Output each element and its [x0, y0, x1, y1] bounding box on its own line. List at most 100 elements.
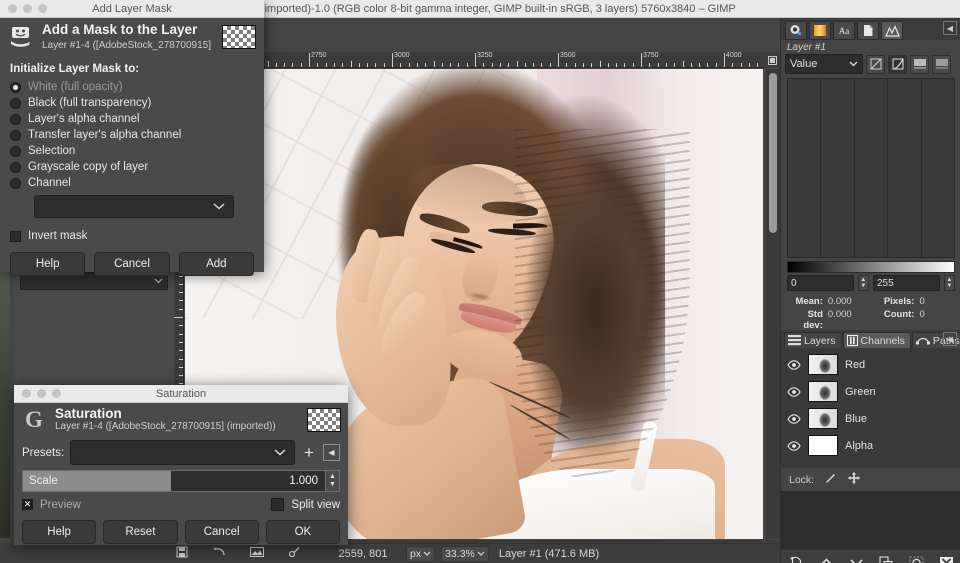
eye-icon[interactable]	[787, 413, 801, 425]
channel-to-selection-button[interactable]	[901, 550, 931, 563]
lock-position-icon[interactable]	[847, 471, 861, 488]
save-icon[interactable]	[176, 546, 188, 561]
channels-dock-menu-button[interactable]: ◀	[943, 332, 957, 346]
saturation-dialog-title: Saturation	[155, 387, 207, 400]
ruler-tick	[309, 53, 310, 67]
ruler-label: 3250	[477, 52, 493, 59]
eye-icon[interactable]	[787, 386, 801, 398]
tab-layers[interactable]: Layers	[784, 332, 842, 348]
raise-channel-button[interactable]	[811, 550, 841, 563]
tab-document-history[interactable]	[857, 21, 879, 40]
radio-white-full-opacity[interactable]: White (full opacity)	[10, 79, 254, 95]
histogram-range-high-stepper[interactable]: ▲ ▼	[943, 275, 955, 291]
radio-indicator[interactable]	[10, 145, 21, 157]
radio-indicator[interactable]	[10, 161, 21, 173]
tab-channels[interactable]: Channels	[842, 332, 911, 348]
histogram-graph[interactable]	[787, 78, 955, 258]
histogram-range-high-input[interactable]: 255	[873, 275, 940, 291]
ruler-minor-tick	[179, 375, 183, 377]
mask-dialog-titlebar[interactable]: Add Layer Mask	[0, 0, 264, 18]
logarithmic-histogram-button[interactable]	[888, 54, 907, 74]
saturation-reset-button[interactable]: Reset	[103, 520, 178, 544]
preset-menu-button[interactable]: ◀	[323, 444, 340, 461]
eye-icon[interactable]	[787, 359, 801, 371]
saturation-cancel-button[interactable]: Cancel	[184, 520, 259, 544]
ruler-minor-tick	[674, 63, 676, 67]
tab-tool-options[interactable]	[785, 21, 807, 40]
invert-mask-row[interactable]: Invert mask	[10, 230, 254, 242]
radio-grayscale-copy-of-layer[interactable]: Grayscale copy of layer	[10, 159, 254, 175]
lock-pixels-icon[interactable]	[824, 472, 837, 488]
ruler-minor-tick	[450, 63, 452, 67]
horizontal-ruler[interactable]: 2500275030003250350037504000	[184, 52, 780, 68]
ruler-minor-tick	[657, 63, 659, 67]
radio-indicator[interactable]	[10, 129, 21, 141]
navigation-corner-button[interactable]	[764, 52, 780, 68]
saturation-ok-button[interactable]: OK	[265, 520, 340, 544]
mask-help-button[interactable]: Help	[10, 252, 86, 276]
scale-stepper[interactable]: ▲ ▼	[326, 470, 340, 492]
invert-mask-checkbox[interactable]	[10, 230, 21, 242]
linear-histogram-button[interactable]	[866, 54, 885, 74]
duplicate-channel-button[interactable]	[871, 550, 901, 563]
radio-transfer-layers-alpha-channel[interactable]: Transfer layer's alpha channel	[10, 127, 254, 143]
split-view-checkbox[interactable]	[271, 498, 285, 511]
saturation-dialog-titlebar[interactable]: Saturation	[14, 385, 348, 403]
scrollbar-thumb[interactable]	[769, 73, 777, 233]
radio-indicator[interactable]	[10, 177, 21, 189]
split-view-toggle[interactable]: Split view	[271, 498, 340, 511]
add-preset-icon[interactable]: +	[301, 444, 317, 461]
lower-channel-button[interactable]	[841, 550, 871, 563]
dock-menu-button[interactable]: ◀	[943, 21, 957, 35]
tab-fonts[interactable]: Aa	[833, 21, 855, 40]
channels-list[interactable]: Red Green Blue Alpha	[781, 348, 960, 468]
image-icon[interactable]	[250, 546, 264, 561]
unit-selector[interactable]: px	[406, 545, 436, 562]
ruler-minor-tick	[179, 358, 183, 360]
channel-row-alpha[interactable]: Alpha	[781, 432, 960, 459]
radio-channel[interactable]: Channel	[10, 175, 254, 191]
preview-toggle[interactable]: ✕ Preview	[22, 499, 271, 511]
radio-indicator[interactable]	[10, 81, 21, 93]
scale-slider[interactable]: Scale 1.000	[22, 470, 326, 492]
ruler-minor-tick	[732, 63, 734, 67]
tab-gradients[interactable]	[809, 21, 831, 40]
scale-slider-row: Scale 1.000 ▲ ▼	[14, 465, 348, 492]
histogram-controls: Value	[781, 54, 960, 74]
eye-icon[interactable]	[787, 440, 801, 452]
mask-cancel-button[interactable]: Cancel	[94, 252, 170, 276]
histogram-range-low-input[interactable]: 0	[787, 275, 854, 291]
new-channel-button[interactable]	[781, 550, 811, 563]
histogram-range-low-stepper[interactable]: ▲ ▼	[857, 275, 869, 291]
channels-empty-area[interactable]	[781, 491, 960, 549]
channel-row-green[interactable]: Green	[781, 378, 960, 405]
tab-histogram[interactable]	[881, 21, 903, 40]
initialize-mask-label: Initialize Layer Mask to:	[10, 63, 140, 75]
histogram-channel-select[interactable]: Value	[785, 54, 863, 74]
radio-indicator[interactable]	[10, 113, 21, 125]
layer-mask-icon	[8, 24, 34, 50]
ruler-minor-tick	[416, 63, 418, 67]
zoom-selector[interactable]: 33.3%	[441, 545, 489, 562]
radio-indicator[interactable]	[10, 97, 21, 109]
ruler-minor-tick	[179, 333, 183, 335]
histogram-scope-selection-button[interactable]	[910, 54, 929, 74]
delete-channel-button[interactable]	[931, 550, 960, 563]
gimp-logo-icon: G	[25, 407, 43, 432]
channel-select-combo[interactable]	[34, 195, 234, 218]
saturation-help-button[interactable]: Help	[22, 520, 97, 544]
channel-row-blue[interactable]: Blue	[781, 405, 960, 432]
histogram-scope-layer-button[interactable]	[932, 54, 951, 74]
radio-selection[interactable]: Selection	[10, 143, 254, 159]
radio-layers-alpha-channel[interactable]: Layer's alpha channel	[10, 111, 254, 127]
undo-icon[interactable]	[212, 546, 226, 561]
radio-label: Layer's alpha channel	[28, 113, 140, 125]
channel-row-red[interactable]: Red	[781, 351, 960, 378]
cancel-icon[interactable]	[288, 546, 301, 561]
ruler-minor-tick	[433, 61, 435, 67]
radio-black-full-transparency[interactable]: Black (full transparency)	[10, 95, 254, 111]
preview-checkbox[interactable]: ✕	[22, 499, 33, 510]
presets-combo[interactable]	[70, 440, 295, 465]
mask-add-button[interactable]: Add	[178, 252, 254, 276]
canvas-vertical-scrollbar[interactable]	[766, 69, 780, 539]
